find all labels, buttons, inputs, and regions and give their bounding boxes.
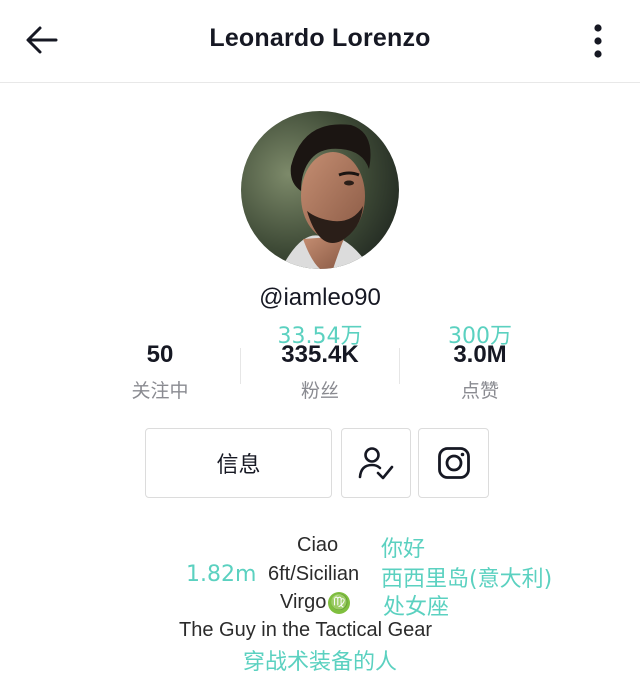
bio-line-4-translation: 穿战术装备的人 [243, 650, 398, 675]
bio-line-3: Virgo ♍ [280, 591, 351, 614]
bio-line-1-translation: 你好 [381, 537, 426, 562]
bio-line-2: 6ft/Sicilian [268, 563, 360, 585]
follow-status-button[interactable] [341, 428, 411, 498]
bio-height-translation: 1.82m [186, 562, 257, 587]
avatar[interactable] [241, 111, 399, 269]
instagram-icon [437, 447, 470, 479]
bio-line-4: The Guy in the Tactical Gear [179, 619, 433, 641]
user-check-icon [358, 447, 394, 480]
stat-divider [399, 348, 400, 384]
bio-line-1: Ciao [297, 534, 339, 556]
more-options-button[interactable] [578, 20, 618, 62]
instagram-button[interactable] [418, 428, 489, 498]
stat-divider [240, 348, 241, 384]
likes-count: 3.0M [453, 341, 507, 368]
more-vertical-icon [594, 24, 602, 58]
bio-line-3-translation: 处女座 [383, 595, 450, 620]
page-title: Leonardo Lorenzo [209, 24, 431, 52]
avatar-image [241, 111, 399, 269]
bio-line-3-text: Virgo [280, 591, 327, 613]
top-bar: Leonardo Lorenzo [0, 0, 640, 83]
info-button[interactable]: 信息 [145, 428, 332, 498]
username: @iamleo90 [259, 284, 381, 311]
virgo-icon: ♍ [328, 591, 351, 614]
likes-label: 点赞 [460, 380, 499, 402]
